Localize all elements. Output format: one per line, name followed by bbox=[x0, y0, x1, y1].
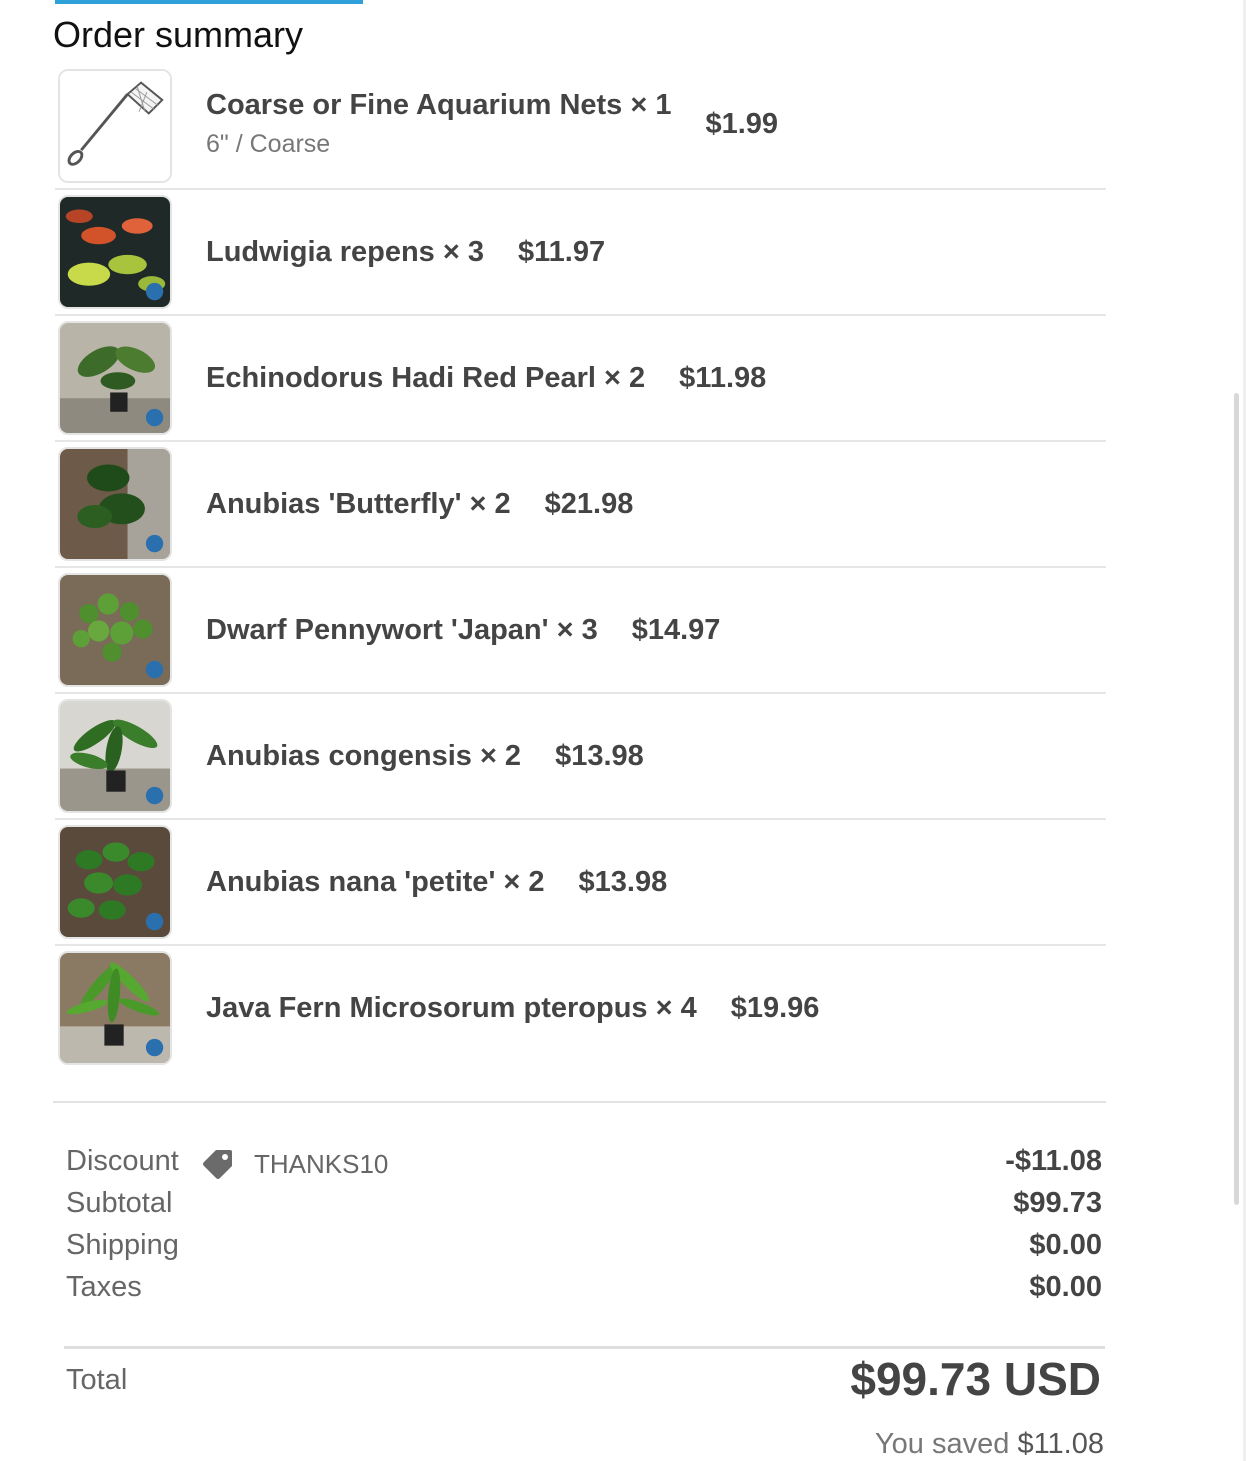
item-name: Ludwigia repens × 3 bbox=[206, 235, 484, 268]
plant-photo bbox=[60, 827, 170, 937]
cost-summary: Discount THANKS10 -$11.08 Subtotal $99.7… bbox=[66, 1145, 1102, 1313]
item-price: $1.99 bbox=[705, 107, 779, 140]
item-price: $14.97 bbox=[631, 613, 721, 646]
product-thumbnail bbox=[58, 951, 172, 1065]
plant-photo bbox=[60, 449, 170, 559]
total-label: Total bbox=[66, 1364, 128, 1396]
list-item: Anubias nana 'petite' × 2 $13.98 bbox=[55, 820, 1106, 946]
tag-icon bbox=[203, 1150, 232, 1179]
discount-row: Discount THANKS10 -$11.08 bbox=[66, 1145, 1102, 1187]
scrollbar[interactable] bbox=[1234, 393, 1239, 1205]
product-thumbnail bbox=[58, 321, 172, 435]
item-price: $21.98 bbox=[544, 487, 634, 520]
taxes-value: $0.00 bbox=[1029, 1271, 1102, 1303]
item-price: $11.97 bbox=[518, 235, 606, 268]
plant-photo bbox=[60, 575, 170, 685]
active-tab-indicator bbox=[55, 0, 363, 4]
shipping-row: Shipping $0.00 bbox=[66, 1229, 1102, 1271]
item-price: $11.98 bbox=[679, 361, 767, 394]
item-name: Anubias congensis × 2 bbox=[206, 739, 522, 772]
item-name: Coarse or Fine Aquarium Nets × 1 bbox=[206, 89, 672, 121]
item-name: Anubias 'Butterfly' × 2 bbox=[206, 487, 511, 520]
list-item: Ludwigia repens × 3 $11.97 bbox=[55, 190, 1106, 316]
list-item: Echinodorus Hadi Red Pearl × 2 $11.98 bbox=[55, 316, 1106, 442]
savings-value: $11.08 bbox=[1017, 1428, 1104, 1460]
item-variant: 6" / Coarse bbox=[206, 130, 331, 158]
order-items-list: Coarse or Fine Aquarium Nets × 1 6" / Co… bbox=[55, 64, 1106, 1072]
item-name: Echinodorus Hadi Red Pearl × 2 bbox=[206, 361, 646, 394]
page-title: Order summary bbox=[53, 14, 304, 55]
item-price: $19.96 bbox=[730, 991, 820, 1024]
savings-label: You saved bbox=[875, 1428, 1010, 1460]
aquarium-net-icon bbox=[60, 71, 170, 181]
list-item: Java Fern Microsorum pteropus × 4 $19.96 bbox=[55, 946, 1106, 1072]
item-price: $13.98 bbox=[578, 865, 668, 898]
product-thumbnail bbox=[58, 699, 172, 813]
plant-photo bbox=[60, 197, 170, 307]
product-thumbnail bbox=[58, 69, 172, 183]
divider bbox=[53, 1101, 1106, 1103]
product-thumbnail bbox=[58, 825, 172, 939]
subtotal-row: Subtotal $99.73 bbox=[66, 1187, 1102, 1229]
discount-code: THANKS10 bbox=[200, 1146, 388, 1182]
savings-note: You saved $11.08 bbox=[875, 1428, 1104, 1461]
plant-photo bbox=[60, 953, 170, 1063]
subtotal-value: $99.73 bbox=[1013, 1187, 1102, 1219]
plant-photo bbox=[60, 701, 170, 811]
list-item: Coarse or Fine Aquarium Nets × 1 6" / Co… bbox=[55, 64, 1106, 190]
discount-code-text: THANKS10 bbox=[254, 1148, 389, 1179]
total-value: $99.73 USD bbox=[850, 1353, 1101, 1405]
shipping-value: $0.00 bbox=[1029, 1229, 1102, 1261]
discount-value: -$11.08 bbox=[1005, 1145, 1102, 1177]
product-thumbnail bbox=[58, 447, 172, 561]
list-item: Anubias 'Butterfly' × 2 $21.98 bbox=[55, 442, 1106, 568]
taxes-row: Taxes $0.00 bbox=[66, 1271, 1102, 1313]
taxes-label: Taxes bbox=[66, 1271, 142, 1303]
item-name: Anubias nana 'petite' × 2 bbox=[206, 865, 545, 898]
list-item: Anubias congensis × 2 $13.98 bbox=[55, 694, 1106, 820]
plant-photo bbox=[60, 323, 170, 433]
product-thumbnail bbox=[58, 195, 172, 309]
list-item: Dwarf Pennywort 'Japan' × 3 $14.97 bbox=[55, 568, 1106, 694]
product-thumbnail bbox=[58, 573, 172, 687]
subtotal-label: Subtotal bbox=[66, 1187, 173, 1219]
shipping-label: Shipping bbox=[66, 1229, 179, 1261]
item-name: Java Fern Microsorum pteropus × 4 bbox=[206, 991, 697, 1024]
discount-label: Discount bbox=[66, 1145, 179, 1177]
item-name: Dwarf Pennywort 'Japan' × 3 bbox=[206, 613, 598, 646]
item-price: $13.98 bbox=[555, 739, 644, 772]
divider bbox=[64, 1346, 1105, 1349]
